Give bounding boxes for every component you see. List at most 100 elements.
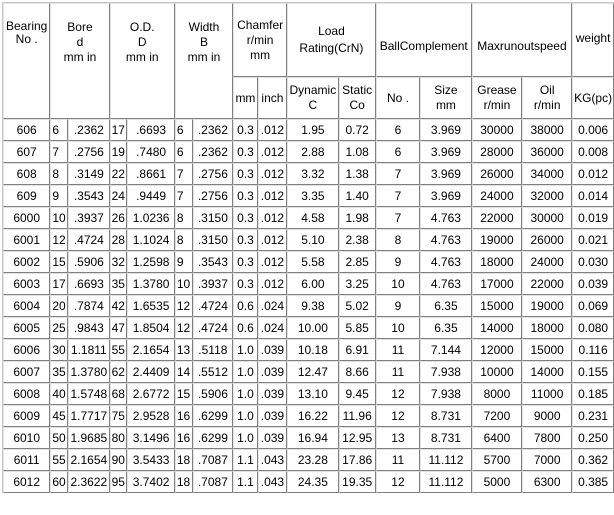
cell-width-in: .2756 xyxy=(192,185,234,207)
cell-grease-speed: 14000 xyxy=(471,317,523,339)
cell-ball-count: 10 xyxy=(375,317,421,339)
cell-od-in: 1.8504 xyxy=(127,317,175,339)
cell-bore-mm: 17 xyxy=(50,273,69,295)
cell-grease-speed: 22000 xyxy=(471,207,523,229)
table-row: 6004 20.7874 42 1.6535 12.4724 0.6.024 9.38 5.0… xyxy=(3,295,614,317)
cell-od-in: 3.5433 xyxy=(127,449,175,471)
table-row: 6009 45 1.7717 75 2.9528 16.6299 1.0.039 16.22 1… xyxy=(3,405,614,427)
cell-bore-mm: 7 xyxy=(50,141,69,163)
cell-chamfer-inch: .039 xyxy=(257,427,288,449)
cell-bore-in: 2.3622 xyxy=(68,471,110,493)
cell-oil-speed: 36000 xyxy=(522,141,573,163)
cell-static-load: 6.91 xyxy=(338,339,376,361)
cell-bore-mm: 10 xyxy=(50,207,69,229)
cell-ball-size: 11.112 xyxy=(420,449,472,471)
cell-ball-count: 12 xyxy=(375,383,421,405)
header-size: Size mm xyxy=(420,77,472,119)
cell-width-in: .3937 xyxy=(192,273,234,295)
cell-chamfer-mm: 1.0 xyxy=(233,339,258,361)
cell-bearing-no: 6012 xyxy=(3,471,51,493)
cell-grease-speed: 17000 xyxy=(471,273,523,295)
cell-od-mm: 19 xyxy=(109,141,128,163)
cell-grease-speed: 28000 xyxy=(471,141,523,163)
cell-bore-in: .7874 xyxy=(68,295,110,317)
cell-weight-kg: 0.080 xyxy=(572,317,614,339)
cell-chamfer-inch: .024 xyxy=(257,295,288,317)
cell-weight-kg: 0.231 xyxy=(572,405,614,427)
cell-grease-speed: 30000 xyxy=(471,119,523,141)
cell-od-in: 1.1024 xyxy=(127,229,175,251)
cell-bore-mm: 20 xyxy=(50,295,69,317)
cell-od-mm: 32 xyxy=(109,251,128,273)
cell-bore-mm: 15 xyxy=(50,251,69,273)
table-row: 6007 35 1.3780 62 2.4409 14.5512 1.0.039 12.47 8… xyxy=(3,361,614,383)
header-width: Width Bmm in xyxy=(174,3,234,119)
cell-width-mm: 16 xyxy=(174,427,193,449)
cell-ball-count: 12 xyxy=(375,405,421,427)
cell-dynamic-load: 10.00 xyxy=(287,317,339,339)
cell-od-in: 1.2598 xyxy=(127,251,175,273)
cell-chamfer-mm: 0.3 xyxy=(233,207,258,229)
header-ball-no: No . xyxy=(375,77,421,119)
cell-grease-speed: 19000 xyxy=(471,229,523,251)
cell-width-in: .7087 xyxy=(192,471,234,493)
cell-bore-mm: 45 xyxy=(50,405,69,427)
cell-chamfer-mm: 0.3 xyxy=(233,141,258,163)
table-body: 606 6.2362 17.6693 6.2362 0.3.012 1.95 0.72 6 3.… xyxy=(3,119,614,493)
cell-od-mm: 28 xyxy=(109,229,128,251)
cell-ball-size: 6.35 xyxy=(420,295,472,317)
cell-dynamic-load: 3.35 xyxy=(287,185,339,207)
cell-bearing-no: 607 xyxy=(3,141,51,163)
cell-bearing-no: 6010 xyxy=(3,427,51,449)
cell-oil-speed: 11000 xyxy=(522,383,573,405)
cell-bore-in: .3937 xyxy=(68,207,110,229)
header-od: O.D. Dmm in xyxy=(109,3,175,119)
cell-od-mm: 68 xyxy=(109,383,128,405)
cell-bearing-no: 6008 xyxy=(3,383,51,405)
cell-weight-kg: 0.014 xyxy=(572,185,614,207)
cell-width-mm: 15 xyxy=(174,383,193,405)
cell-chamfer-inch: .012 xyxy=(257,185,288,207)
cell-oil-speed: 15000 xyxy=(522,339,573,361)
table-row: 6002 15.5906 32 1.2598 9.3543 0.3.012 5.58 2.85… xyxy=(3,251,614,273)
cell-width-mm: 13 xyxy=(174,339,193,361)
cell-ball-size: 4.763 xyxy=(420,251,472,273)
cell-bearing-no: 6001 xyxy=(3,229,51,251)
cell-chamfer-inch: .039 xyxy=(257,339,288,361)
cell-grease-speed: 8000 xyxy=(471,383,523,405)
cell-od-mm: 24 xyxy=(109,185,128,207)
cell-ball-size: 7.938 xyxy=(420,383,472,405)
table-row: 6006 30 1.1811 55 2.1654 13.5118 1.0.039 10.18 6… xyxy=(3,339,614,361)
cell-ball-count: 11 xyxy=(375,361,421,383)
cell-bore-mm: 55 xyxy=(50,449,69,471)
cell-chamfer-inch: .012 xyxy=(257,273,288,295)
cell-dynamic-load: 2.88 xyxy=(287,141,339,163)
cell-static-load: 12.95 xyxy=(338,427,376,449)
cell-dynamic-load: 13.10 xyxy=(287,383,339,405)
cell-grease-speed: 15000 xyxy=(471,295,523,317)
cell-chamfer-mm: 0.6 xyxy=(233,317,258,339)
cell-bore-in: 1.7717 xyxy=(68,405,110,427)
header-bore: Bore d mm in xyxy=(50,3,110,119)
cell-chamfer-inch: .043 xyxy=(257,449,288,471)
cell-chamfer-inch: .039 xyxy=(257,383,288,405)
cell-od-in: 2.6772 xyxy=(127,383,175,405)
header-oil: Oil r/min xyxy=(522,77,573,119)
cell-od-mm: 95 xyxy=(109,471,128,493)
cell-bearing-no: 6002 xyxy=(3,251,51,273)
cell-od-in: 1.3780 xyxy=(127,273,175,295)
cell-od-in: 3.7402 xyxy=(127,471,175,493)
cell-bore-mm: 30 xyxy=(50,339,69,361)
table-row: 607 7.2756 19.7480 6.2362 0.3.012 2.88 1.08 6 3.… xyxy=(3,141,614,163)
cell-ball-size: 4.763 xyxy=(420,229,472,251)
cell-ball-count: 6 xyxy=(375,119,421,141)
cell-bearing-no: 6000 xyxy=(3,207,51,229)
cell-weight-kg: 0.185 xyxy=(572,383,614,405)
cell-grease-speed: 18000 xyxy=(471,251,523,273)
cell-bore-mm: 12 xyxy=(50,229,69,251)
cell-ball-count: 8 xyxy=(375,229,421,251)
header-ball-complement: BallComplement xyxy=(375,3,472,77)
cell-grease-speed: 26000 xyxy=(471,163,523,185)
cell-ball-size: 4.763 xyxy=(420,273,472,295)
cell-bearing-no: 6004 xyxy=(3,295,51,317)
